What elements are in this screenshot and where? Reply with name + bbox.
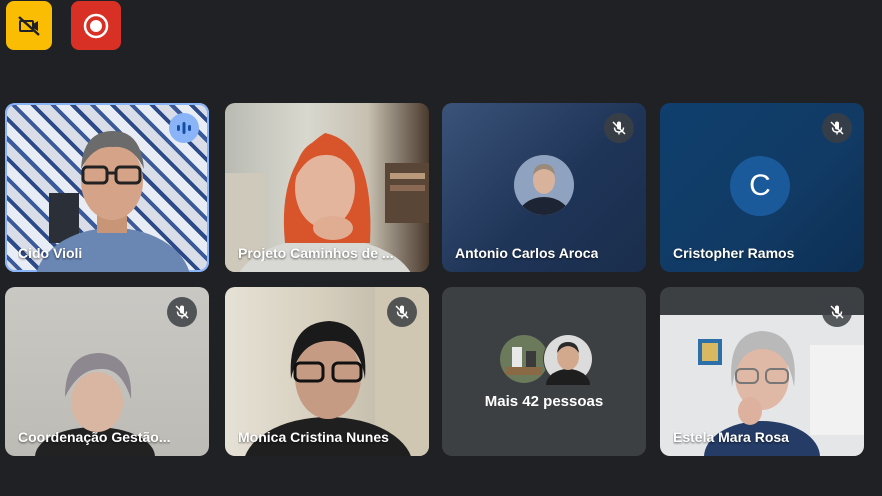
record-icon — [83, 13, 109, 38]
speaking-indicator — [169, 113, 199, 143]
participant-name: Antonio Carlos Aroca — [455, 245, 599, 261]
more-participants-tile[interactable]: Mais 42 pessoas — [442, 287, 646, 456]
audio-level-icon — [177, 122, 191, 134]
avatar-initial: C — [730, 156, 790, 216]
no-video-icon — [18, 15, 40, 36]
mic-off-icon — [175, 305, 189, 319]
participant-tile-monica-cristina-nunes[interactable]: Monica Cristina Nunes — [225, 287, 429, 456]
participant-tile-estela-mara-rosa[interactable]: Estela Mara Rosa — [660, 287, 864, 456]
participant-tile-cristopher-ramos[interactable]: C Cristopher Ramos — [660, 103, 864, 272]
mic-off-icon — [395, 305, 409, 319]
participant-tile-coordenacao-gestao[interactable]: Coordenação Gestão... — [5, 287, 209, 456]
participant-name: Estela Mara Rosa — [673, 429, 789, 445]
mic-off-icon — [830, 121, 844, 135]
record-button[interactable] — [71, 1, 121, 50]
mic-off-indicator — [167, 297, 197, 327]
participant-name: Monica Cristina Nunes — [238, 429, 389, 445]
avatar-photo — [514, 155, 574, 215]
more-participants-label: Mais 42 pessoas — [484, 393, 604, 410]
mic-off-icon — [612, 121, 626, 135]
participant-tile-cido-violi[interactable]: Cido Violi — [5, 103, 209, 272]
more-participants-avatars — [498, 333, 594, 385]
mic-off-indicator — [822, 297, 852, 327]
mic-off-icon — [830, 305, 844, 319]
participant-tile-projeto-caminhos[interactable]: Projeto Caminhos de ... — [225, 103, 429, 272]
participant-name: Cristopher Ramos — [673, 245, 795, 261]
participant-avatar — [543, 334, 593, 385]
avatar — [514, 155, 574, 215]
camera-off-button[interactable] — [6, 1, 52, 50]
participant-name: Cido Violi — [18, 245, 83, 261]
mic-off-indicator — [387, 297, 417, 327]
participant-tile-antonio-carlos-aroca[interactable]: Antonio Carlos Aroca — [442, 103, 646, 272]
mic-off-indicator — [604, 113, 634, 143]
mic-off-indicator — [822, 113, 852, 143]
participant-name: Coordenação Gestão... — [18, 429, 171, 445]
participant-name: Projeto Caminhos de ... — [238, 245, 394, 261]
